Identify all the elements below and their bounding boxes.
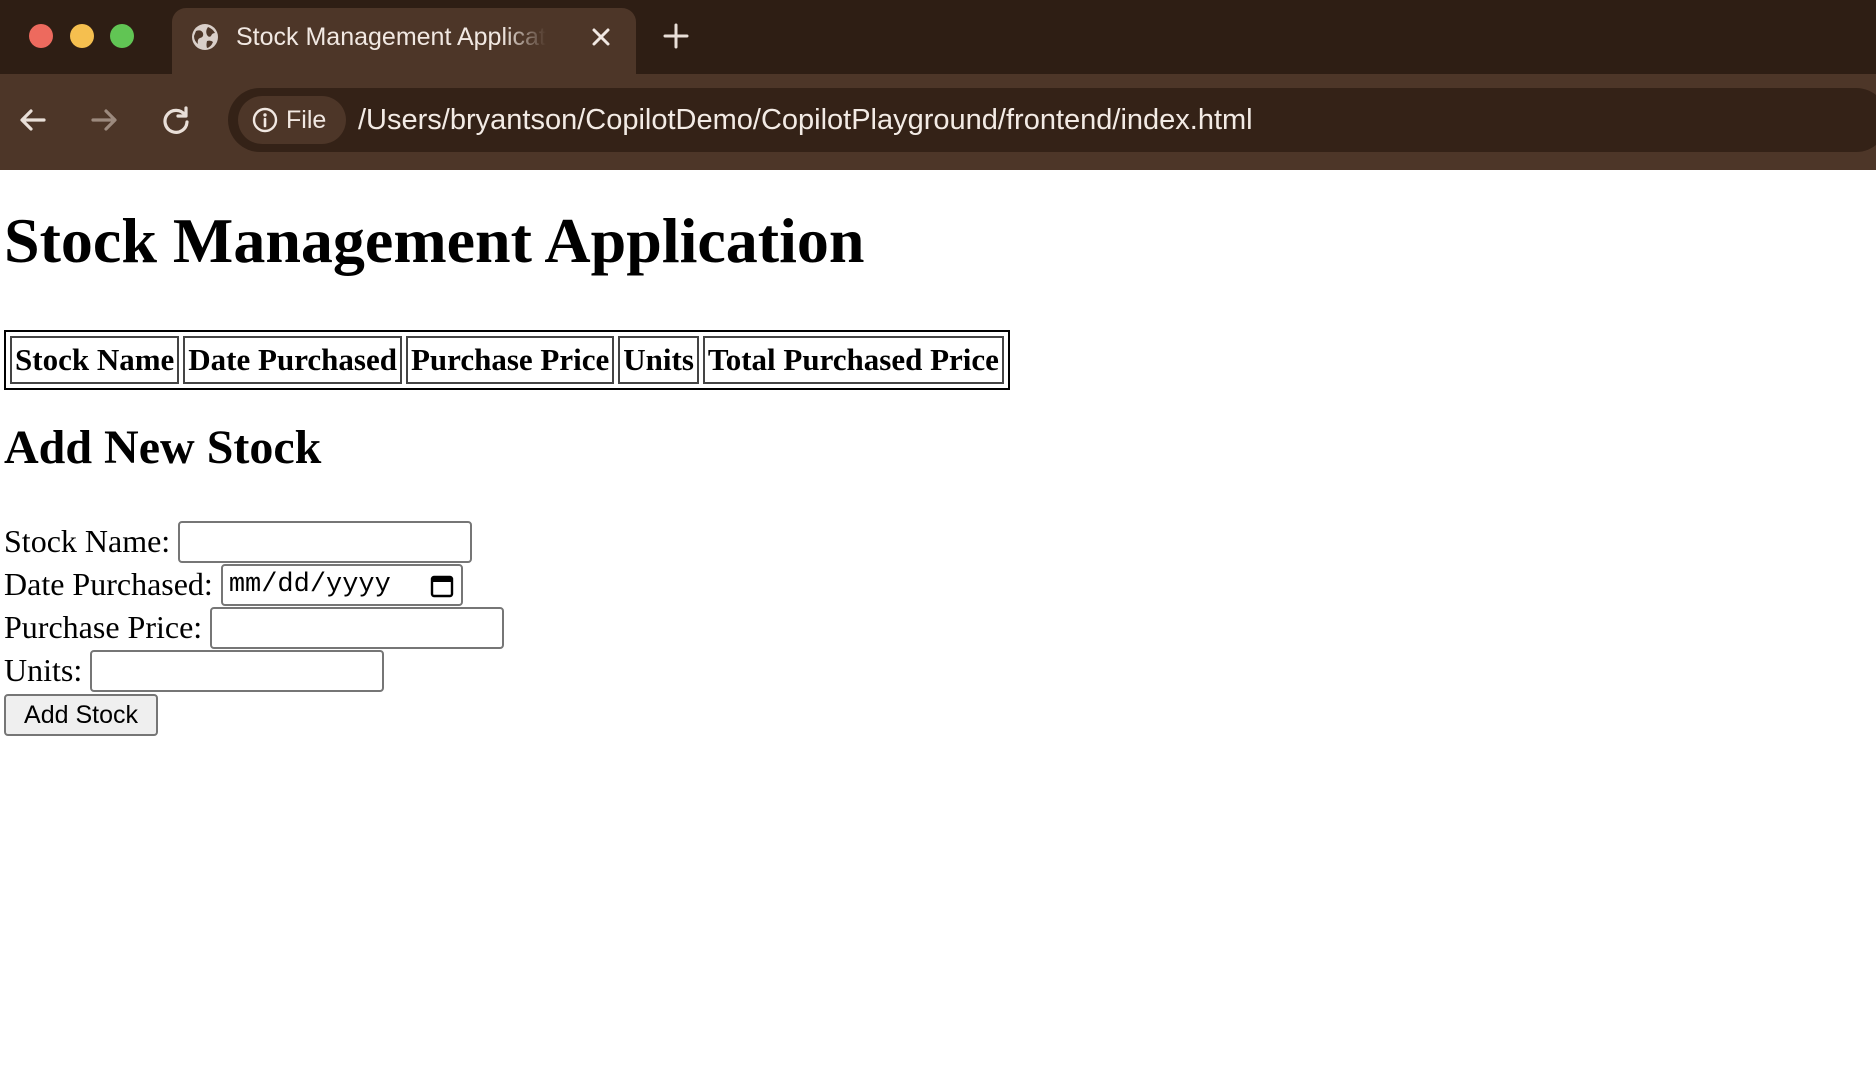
tab-title: Stock Management Application (236, 23, 546, 51)
add-stock-heading: Add New Stock (4, 421, 322, 474)
date-purchased-label: Date Purchased: (4, 566, 213, 602)
purchase-price-input[interactable] (210, 606, 505, 649)
close-tab-icon[interactable] (586, 22, 616, 52)
globe-icon (192, 24, 218, 50)
tab-strip: Stock Management Application (0, 0, 1876, 74)
units-row: Units: (4, 649, 385, 692)
column-header-purchase-price: Purchase Price (405, 336, 615, 384)
add-stock-button[interactable]: Add Stock (4, 694, 158, 736)
table-header-row: Stock Name Date Purchased Purchase Price… (10, 336, 1004, 384)
back-arrow-icon[interactable] (13, 100, 53, 140)
stock-name-row: Stock Name: (4, 520, 473, 563)
browser-toolbar: File /Users/bryantson/CopilotDemo/Copilo… (0, 74, 1876, 170)
stock-name-label: Stock Name: (4, 523, 171, 559)
new-tab-icon[interactable] (660, 20, 692, 52)
url-text[interactable]: /Users/bryantson/CopilotDemo/CopilotPlay… (358, 88, 1253, 152)
stock-name-input[interactable] (178, 520, 473, 563)
date-placeholder: mm/dd/yyyy (228, 569, 391, 600)
purchase-price-label: Purchase Price: (4, 609, 203, 645)
calendar-icon[interactable] (429, 573, 455, 599)
column-header-stock-name: Stock Name (10, 336, 180, 384)
address-bar[interactable]: File /Users/bryantson/CopilotDemo/Copilo… (228, 88, 1876, 152)
close-window-button[interactable] (29, 24, 53, 48)
column-header-units: Units (618, 336, 699, 384)
info-icon (252, 107, 278, 133)
date-purchased-input[interactable]: mm/dd/yyyy (220, 563, 463, 606)
site-info-label: File (286, 106, 327, 134)
site-info-chip[interactable]: File (238, 96, 346, 144)
date-purchased-row: Date Purchased: mm/dd/yyyy (4, 563, 463, 606)
browser-tab-active[interactable]: Stock Management Application (172, 8, 636, 74)
forward-arrow-icon[interactable] (84, 100, 124, 140)
column-header-total-purchased-price: Total Purchased Price (702, 336, 1004, 384)
reload-icon[interactable] (156, 100, 196, 140)
maximize-window-button[interactable] (110, 24, 134, 48)
units-label: Units: (4, 652, 83, 688)
purchase-price-row: Purchase Price: (4, 606, 505, 649)
minimize-window-button[interactable] (70, 24, 94, 48)
page-title: Stock Management Application (4, 205, 865, 276)
page-content: Stock Management Application Stock Name … (0, 170, 1876, 1070)
column-header-date-purchased: Date Purchased (183, 336, 402, 384)
units-input[interactable] (90, 649, 385, 692)
stock-table: Stock Name Date Purchased Purchase Price… (4, 330, 1010, 390)
